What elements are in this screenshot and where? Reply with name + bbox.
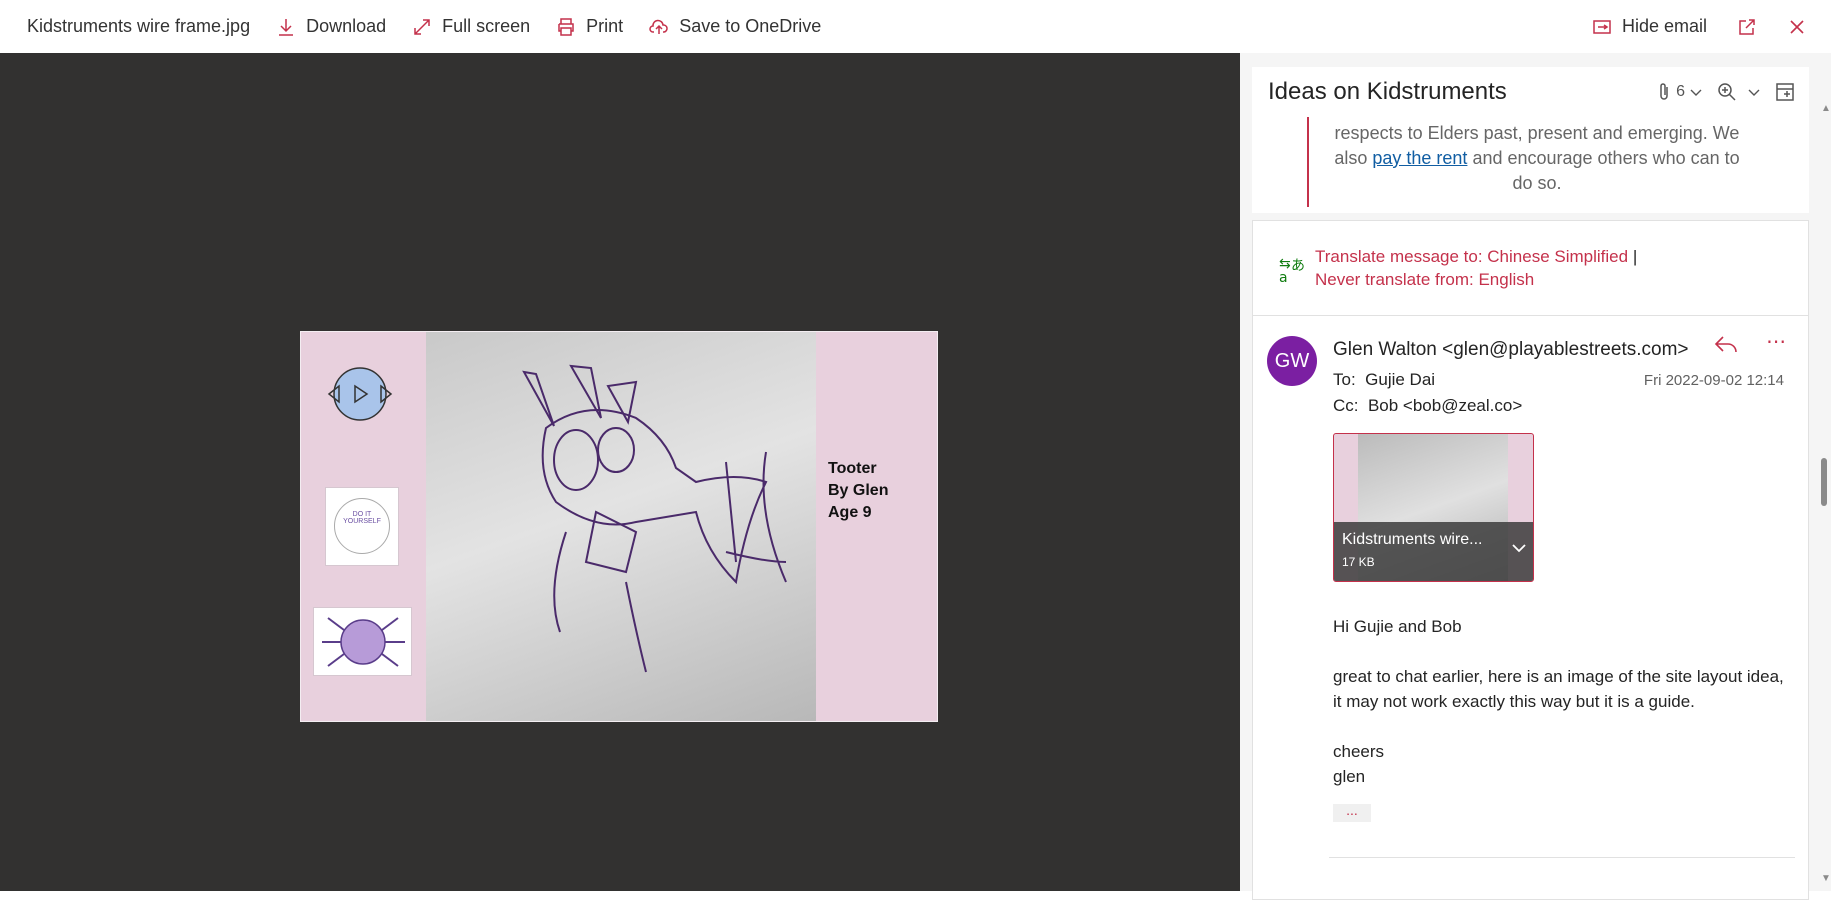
translate-icon: ⇆ あa [1279,256,1305,284]
divider [1329,857,1795,858]
download-label: Download [306,16,387,36]
chevron-down-icon[interactable] [1511,540,1527,556]
message-card: ⇆ あ a Translate message to: Chinese Simpli… [1252,220,1809,900]
chevron-down-icon [1748,89,1760,96]
scroll-down-arrow[interactable]: ▼ [1821,873,1831,884]
translate-separator: | [1632,247,1638,266]
download-icon [279,18,294,36]
avatar[interactable]: GW [1267,336,1317,386]
preview-caption: Tooter By Glen Age 9 [828,460,889,521]
diy-logo: DO IT YOURSELF [325,487,399,566]
translate-message-link[interactable]: Translate message to: Chinese Simplified [1315,247,1628,266]
image-viewer: DO IT YOURSELF Tooter By Glen Age 9 [0,53,1240,891]
spider-icon [322,617,405,667]
scroll-up-arrow[interactable]: ▲ [1821,103,1831,114]
scrollbar-thumb[interactable] [1821,458,1827,506]
pay-the-rent-link[interactable]: pay the rent [1372,148,1467,168]
zoom-in-icon [1718,83,1736,101]
full-screen-label: Full screen [442,16,531,36]
show-quoted-button[interactable]: ... [1333,803,1371,822]
body-paragraph: cheers glen [1333,742,1385,786]
spider-logo [313,607,412,676]
diy-logo-seal: DO IT YOURSELF [334,498,390,554]
viewer-toolbar: Kidstruments wire frame.jpg Download Ful… [0,0,1831,53]
paperclip-icon [1660,83,1668,100]
hide-email-label: Hide email [1621,16,1707,36]
quote-text: respects to Elders past, present and eme… [1322,121,1752,196]
wireframe-image: DO IT YOURSELF Tooter By Glen Age 9 [300,331,938,722]
to-recipient[interactable]: Gujie Dai [1365,370,1435,389]
close-button[interactable] [1787,17,1807,37]
body-paragraph: Hi Gujie and Bob [1333,617,1462,636]
translate-bar: ⇆ あ a Translate message to: Chinese Simpli… [1253,221,1808,316]
expand-icon [414,18,430,35]
attachment-name: Kidstruments wire... [1342,531,1483,548]
attachment-size: 17 KB [1342,555,1375,569]
svg-text:a: a [1279,270,1288,284]
print-button[interactable]: Print [556,16,623,37]
cloud-upload-icon [649,19,668,34]
quote-text-after: and encourage others who can to do so. [1467,148,1740,193]
attachment-card[interactable]: Kidstruments wire... 17 KB [1333,433,1534,582]
zoom-button[interactable] [1717,82,1761,102]
quote-bar [1307,117,1309,207]
more-actions-icon[interactable]: ⋯ [1766,329,1787,354]
to-line: To: Gujie Dai [1333,370,1435,390]
save-to-onedrive-label: Save to OneDrive [679,16,822,36]
hide-panel-icon [1593,19,1611,34]
sent-date: Fri 2022-09-02 12:14 [1643,372,1784,389]
drawing-photo [426,332,816,721]
attachments-button[interactable]: 6 [1656,82,1703,102]
to-label: To: [1333,370,1356,389]
print-label: Print [586,16,624,36]
full-screen-button[interactable]: Full screen [412,16,530,37]
hide-email-button[interactable]: Hide email [1592,16,1707,37]
never-translate-link[interactable]: Never translate from: English [1315,270,1534,289]
cc-label: Cc: [1333,396,1359,415]
cc-recipient[interactable]: Bob <bob@zeal.co> [1368,396,1522,415]
body-paragraph: great to chat earlier, here is an image … [1333,667,1784,711]
email-header: Ideas on Kidstruments 6 [1252,67,1809,117]
tooter-drawing [522,364,787,673]
attachment-count: 6 [1676,83,1685,100]
quoted-text: respects to Elders past, present and eme… [1252,117,1809,213]
cc-line: Cc: Bob <bob@zeal.co> [1333,396,1522,416]
email-panel: Ideas on Kidstruments 6 respects to Elde… [1240,53,1831,900]
pop-out-icon [1739,18,1755,35]
sender[interactable]: Glen Walton <glen@playablestreets.com> [1333,339,1689,361]
download-button[interactable]: Download [276,16,386,37]
reply-icon[interactable] [1713,333,1739,355]
email-subject: Ideas on Kidstruments [1268,78,1507,105]
attachment-info: Kidstruments wire... 17 KB [1334,522,1533,581]
media-controls-icon [327,367,393,421]
save-to-onedrive-button[interactable]: Save to OneDrive [649,16,821,37]
pop-out-button[interactable] [1737,17,1757,37]
chevron-down-icon [1690,89,1702,96]
message-body: Hi Gujie and Bob great to chat earlier, … [1333,614,1793,814]
open-in-new-window-icon[interactable] [1775,82,1795,102]
svg-text:あ: あ [1291,258,1305,274]
file-name: Kidstruments wire frame.jpg [27,16,251,36]
close-icon [1790,19,1804,34]
printer-icon [558,17,574,36]
